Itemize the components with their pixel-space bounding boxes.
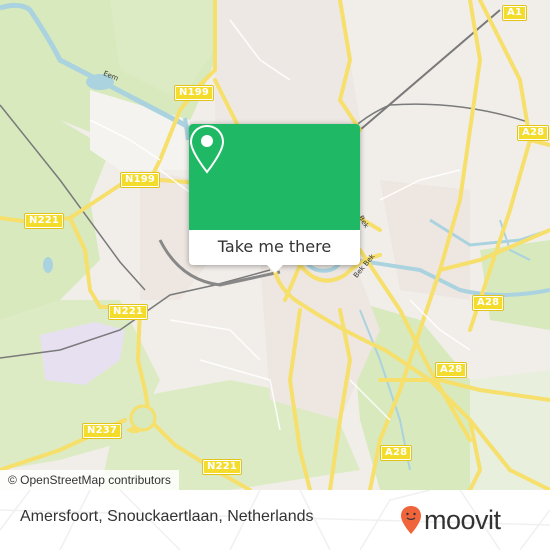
moovit-wordmark: moovit — [424, 504, 501, 535]
road-shield-a28: A28 — [516, 125, 550, 141]
road-shield-a28: A28 — [434, 362, 468, 378]
moovit-logo[interactable]: moovit — [400, 502, 501, 538]
road-shield-n221: N221 — [107, 304, 149, 320]
road-shield-a1: A1 — [501, 5, 528, 21]
road-shield-a28: A28 — [379, 445, 413, 461]
popup-header — [189, 124, 360, 230]
take-me-there-button[interactable]: Take me there — [189, 230, 360, 265]
moovit-pin-icon — [401, 506, 421, 534]
road-shield-n221: N221 — [201, 459, 243, 475]
road-shield-n199: N199 — [119, 172, 161, 188]
road-shield-n221: N221 — [23, 213, 65, 229]
map-attribution[interactable]: © OpenStreetMap contributors — [0, 470, 179, 490]
map-view[interactable]: Eem Bek Bek Bek A1 N199 A28 N199 N221 N2… — [0, 0, 550, 490]
road-shield-n237: N237 — [81, 423, 123, 439]
road-shield-n199: N199 — [173, 85, 215, 101]
location-popup[interactable]: Take me there — [189, 124, 360, 273]
location-address: Amersfoort, Snouckaertlaan, Netherlands — [20, 508, 314, 525]
popup-pointer — [266, 264, 284, 273]
location-pin-icon — [189, 124, 225, 174]
footer-bar: Amersfoort, Snouckaertlaan, Netherlands … — [0, 490, 550, 550]
road-shield-a28: A28 — [471, 295, 505, 311]
